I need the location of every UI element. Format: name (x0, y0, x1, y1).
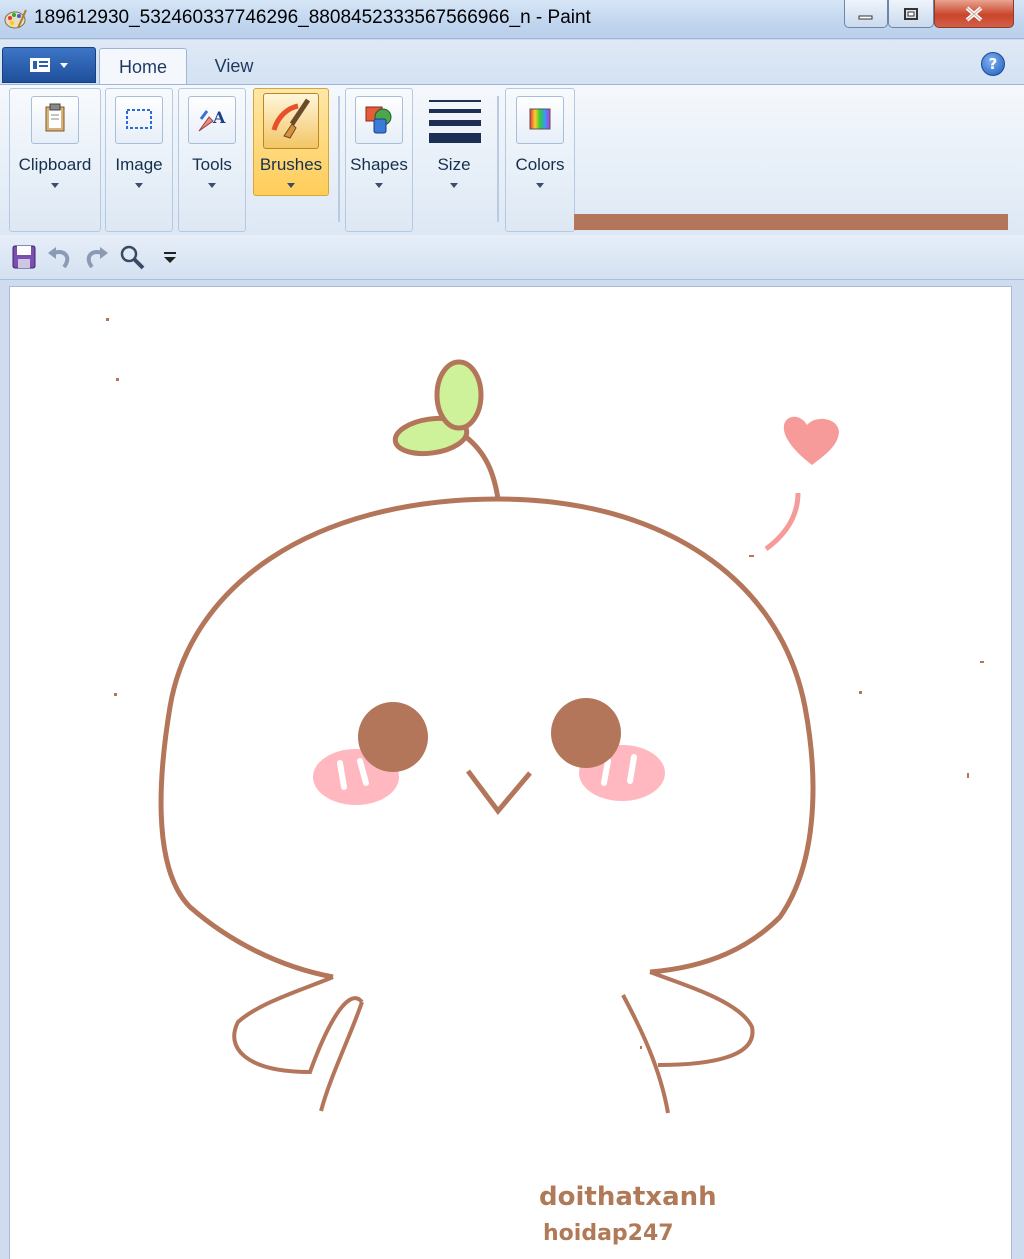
zoom-icon[interactable] (118, 243, 146, 271)
group-label-shapes: Shapes (350, 155, 408, 174)
tab-view[interactable]: View (196, 48, 272, 84)
chevron-down-icon (375, 183, 383, 188)
group-colors[interactable]: Colors (505, 88, 575, 232)
group-label-size: Size (437, 155, 471, 174)
group-label-colors: Colors (515, 155, 565, 174)
right-leaf (434, 359, 484, 431)
window-title: 189612930_532460337746296_88084523335675… (34, 7, 591, 28)
chevron-down-icon (208, 183, 216, 188)
heart-curl (764, 492, 801, 552)
group-clipboard[interactable]: Clipboard (9, 88, 101, 232)
tab-home[interactable]: Home (99, 48, 187, 85)
close-button[interactable] (934, 0, 1014, 28)
paint-app-icon[interactable] (4, 8, 28, 30)
right-arm (649, 970, 755, 1067)
cute-sprout-drawing (106, 318, 984, 1114)
svg-text:A: A (212, 108, 226, 127)
left-eye (358, 702, 428, 772)
redo-icon[interactable] (82, 243, 110, 271)
help-button[interactable]: ? (981, 52, 1005, 76)
mouth (466, 769, 532, 816)
body-outline (158, 496, 816, 980)
customize-dropdown-icon[interactable] (158, 243, 186, 271)
credit-text-1: doithatxanh (539, 1182, 717, 1212)
colors-icon (516, 96, 564, 144)
group-brushes[interactable]: Brushes (253, 88, 329, 196)
select-icon (115, 96, 163, 144)
size-icon (429, 100, 481, 143)
heart-icon (783, 416, 839, 465)
minimize-icon (858, 15, 873, 19)
help-icon: ? (988, 55, 998, 73)
brush-icon (263, 93, 319, 149)
chevron-down-icon (287, 183, 295, 188)
group-label-tools: Tools (192, 155, 232, 174)
group-tools[interactable]: A Tools (178, 88, 246, 232)
left-arm (232, 975, 364, 1075)
group-label-image: Image (115, 155, 163, 174)
ribbon-separator (497, 96, 499, 222)
ribbon-separator (338, 96, 340, 222)
maximize-icon (904, 7, 918, 20)
application-menu-button[interactable] (2, 47, 96, 83)
credit-text-2: hoidap247 (543, 1221, 674, 1246)
quick-access-toolbar (0, 235, 1024, 280)
drawing-canvas[interactable]: doithatxanh hoidap247 (10, 287, 1011, 1259)
undo-icon[interactable] (46, 243, 74, 271)
group-size[interactable]: Size (419, 88, 489, 232)
right-eye (551, 698, 621, 768)
group-label-brushes: Brushes (259, 155, 323, 174)
chevron-down-icon (450, 183, 458, 188)
group-image[interactable]: Image (105, 88, 173, 232)
tools-icon: A (188, 96, 236, 144)
primary-color-swatch (574, 214, 1008, 230)
sprout-stem (464, 435, 501, 500)
chevron-down-icon (536, 183, 544, 188)
minimize-button[interactable] (844, 0, 888, 28)
right-leg (621, 994, 670, 1114)
chevron-down-icon (135, 183, 143, 188)
left-leg (319, 1001, 364, 1112)
group-shapes[interactable]: Shapes (345, 88, 413, 232)
clipboard-icon (31, 96, 79, 144)
title-bar: 189612930_532460337746296_88084523335675… (0, 0, 1024, 39)
app-menu-icon (30, 58, 68, 72)
chevron-down-icon (51, 183, 59, 188)
save-icon[interactable] (10, 243, 38, 271)
maximize-button[interactable] (888, 0, 934, 28)
group-label-clipboard: Clipboard (18, 155, 92, 174)
close-icon (965, 5, 983, 22)
shapes-icon (355, 96, 403, 144)
